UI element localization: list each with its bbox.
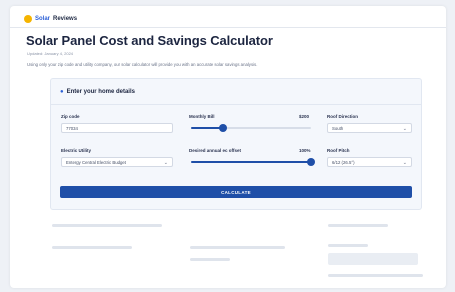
page-container: Solar Reviews Solar Panel Cost and Saving… bbox=[10, 6, 446, 288]
zip-value: 77034 bbox=[66, 126, 78, 131]
chevron-down-icon: ⌄ bbox=[402, 126, 407, 132]
bill-value: $200 bbox=[299, 114, 310, 119]
logo-text-2: Reviews bbox=[53, 16, 78, 22]
results-card-placeholder bbox=[328, 253, 418, 265]
form-divider bbox=[51, 104, 421, 105]
form-heading-text: Enter your home details bbox=[66, 89, 135, 95]
roof-pitch-label: Roof Pitch bbox=[327, 148, 350, 153]
calculate-button[interactable]: CALCULATE bbox=[60, 186, 412, 198]
home-icon: ● bbox=[60, 89, 64, 95]
results-placeholder bbox=[190, 246, 285, 249]
roof-pitch-value: 6/12 (26.5°) bbox=[332, 160, 355, 165]
updated-date: Updated: January 4, 2024 bbox=[27, 51, 74, 56]
utility-label: Electric Utility bbox=[61, 148, 92, 153]
results-placeholder bbox=[328, 224, 388, 227]
logo[interactable]: Solar Reviews bbox=[24, 15, 77, 23]
zip-label: Zip code bbox=[61, 114, 80, 119]
roof-pitch-select[interactable]: 6/12 (26.5°) ⌄ bbox=[327, 157, 412, 167]
offset-slider-thumb[interactable] bbox=[307, 158, 315, 166]
bill-label: Monthly Bill bbox=[189, 114, 215, 119]
offset-slider[interactable] bbox=[191, 157, 315, 167]
bill-slider-thumb[interactable] bbox=[219, 124, 228, 132]
header-divider bbox=[10, 27, 446, 28]
results-placeholder bbox=[328, 274, 423, 277]
results-placeholder bbox=[190, 258, 230, 261]
zip-input[interactable]: 77034 bbox=[61, 123, 173, 133]
bill-slider[interactable] bbox=[191, 123, 311, 133]
offset-slider-fill bbox=[191, 161, 311, 163]
results-placeholder bbox=[328, 244, 368, 247]
calculator-form: ● Enter your home details Zip code 77034… bbox=[50, 78, 422, 210]
roof-direction-select[interactable]: South ⌄ bbox=[327, 123, 412, 133]
offset-label: Desired annual ec offset bbox=[189, 148, 242, 153]
sun-icon bbox=[24, 15, 32, 23]
logo-text-1: Solar bbox=[35, 16, 51, 22]
offset-value: 100% bbox=[299, 148, 311, 153]
results-placeholder bbox=[52, 224, 162, 227]
results-placeholder bbox=[52, 246, 132, 249]
roof-direction-label: Roof Direction bbox=[327, 114, 358, 119]
page-title: Solar Panel Cost and Savings Calculator bbox=[26, 33, 273, 48]
chevron-down-icon: ⌄ bbox=[163, 160, 168, 166]
form-heading: ● Enter your home details bbox=[60, 89, 135, 95]
intro-text: Using only your zip code and utility com… bbox=[27, 62, 258, 67]
utility-value: Entergy Central Electric Budget bbox=[66, 160, 126, 165]
utility-select[interactable]: Entergy Central Electric Budget ⌄ bbox=[61, 157, 173, 167]
roof-direction-value: South bbox=[332, 126, 344, 131]
chevron-down-icon: ⌄ bbox=[402, 160, 407, 166]
